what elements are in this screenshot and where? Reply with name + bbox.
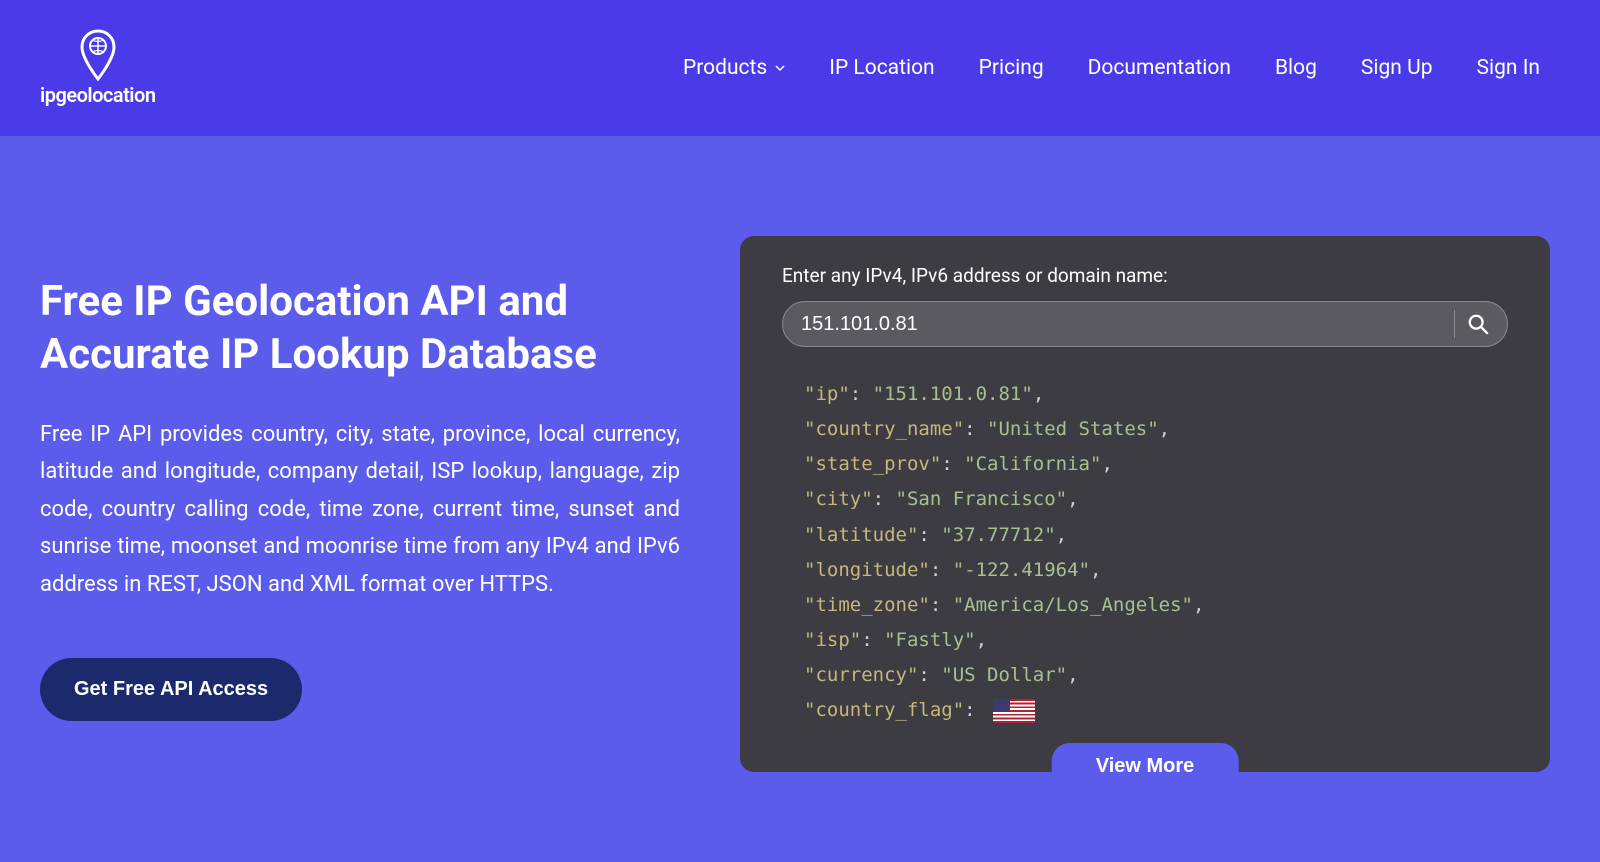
hero-right: Enter any IPv4, IPv6 address or domain n… — [740, 236, 1550, 772]
hero-section: Free IP Geolocation API and Accurate IP … — [0, 136, 1600, 812]
hero-description: Free IP API provides country, city, stat… — [40, 416, 680, 603]
main-nav: Products IP Location Pricing Documentati… — [683, 56, 1540, 80]
chevron-down-icon — [775, 63, 785, 73]
ip-search-wrap — [782, 301, 1508, 347]
nav-ip-location[interactable]: IP Location — [829, 56, 934, 80]
ip-input-label: Enter any IPv4, IPv6 address or domain n… — [782, 264, 1508, 287]
get-free-api-access-button[interactable]: Get Free API Access — [40, 658, 302, 721]
ip-lookup-panel: Enter any IPv4, IPv6 address or domain n… — [740, 236, 1550, 772]
nav-sign-in[interactable]: Sign In — [1477, 56, 1540, 80]
hero-headline: Free IP Geolocation API and Accurate IP … — [40, 276, 680, 381]
json-row-isp: "isp": "Fastly", — [804, 623, 1508, 658]
hero-left: Free IP Geolocation API and Accurate IP … — [40, 236, 680, 772]
ip-search-input[interactable] — [801, 313, 1446, 336]
header: ipgeolocation Products IP Location Prici… — [0, 0, 1600, 136]
json-row-currency: "currency": "US Dollar", — [804, 658, 1508, 693]
nav-sign-up[interactable]: Sign Up — [1361, 56, 1433, 80]
search-divider — [1454, 310, 1455, 338]
brand-logo[interactable]: ipgeolocation — [40, 29, 156, 107]
json-result: "ip": "151.101.0.81", "country_name": "U… — [782, 377, 1508, 728]
json-row-state-prov: "state_prov": "California", — [804, 447, 1508, 482]
json-row-latitude: "latitude": "37.77712", — [804, 518, 1508, 553]
json-row-city: "city": "San Francisco", — [804, 482, 1508, 517]
json-row-time-zone: "time_zone": "America/Los_Angeles", — [804, 588, 1508, 623]
json-row-country-name: "country_name": "United States", — [804, 412, 1508, 447]
brand-name: ipgeolocation — [40, 83, 156, 107]
json-row-longitude: "longitude": "-122.41964", — [804, 553, 1508, 588]
nav-documentation[interactable]: Documentation — [1088, 56, 1231, 80]
nav-products[interactable]: Products — [683, 56, 785, 80]
json-row-ip: "ip": "151.101.0.81", — [804, 377, 1508, 412]
json-row-country-flag: "country_flag": — [804, 693, 1508, 728]
search-icon[interactable] — [1467, 313, 1489, 335]
nav-pricing[interactable]: Pricing — [979, 56, 1044, 80]
nav-products-label: Products — [683, 56, 767, 80]
nav-blog[interactable]: Blog — [1275, 56, 1317, 80]
view-more-button[interactable]: View More — [1052, 743, 1239, 790]
map-pin-icon — [78, 29, 118, 81]
us-flag-icon — [993, 699, 1035, 723]
